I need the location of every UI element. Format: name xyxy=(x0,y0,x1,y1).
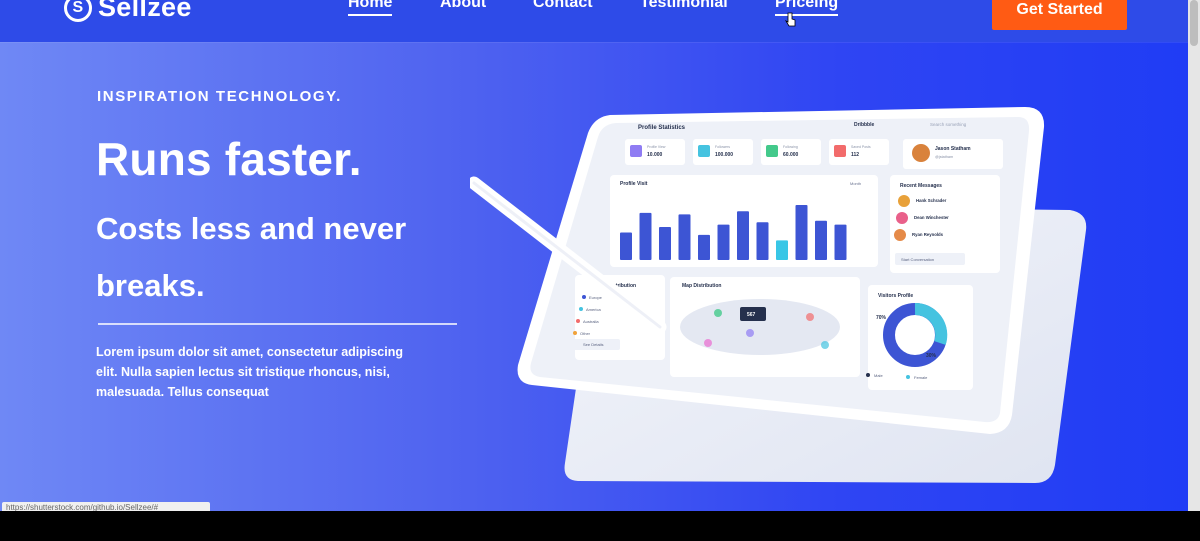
bookmark-icon xyxy=(834,145,846,157)
start-conversation-label: Start Conversation xyxy=(901,257,934,262)
stat-value: 60.000 xyxy=(783,152,799,158)
recent-messages-title: Recent Messages xyxy=(900,183,942,189)
user-name: Jason Statham xyxy=(935,146,971,152)
avatar xyxy=(898,195,910,207)
chart-bar xyxy=(698,234,710,260)
hand-cursor-icon xyxy=(785,12,796,27)
recent-messages-card: Recent Messages Hank Schrader Dean Winch… xyxy=(890,175,1000,273)
stat-label: Followers xyxy=(715,145,730,149)
chart-bar xyxy=(815,220,827,260)
stat-value: 10.000 xyxy=(647,152,663,158)
brand-logo[interactable]: S Sellzee xyxy=(64,0,192,23)
chart-bar xyxy=(678,214,691,260)
message-sender[interactable]: Hank Schrader xyxy=(916,198,947,203)
chart-bar xyxy=(776,240,788,260)
letterbox-bar xyxy=(0,511,1200,541)
brand-name: Sellzee xyxy=(98,0,192,22)
following-icon xyxy=(766,145,778,157)
followers-icon xyxy=(698,145,710,157)
profile-visit-title: Profile Visit xyxy=(620,181,648,187)
chart-bar xyxy=(659,227,671,260)
avatar xyxy=(894,229,906,241)
stat-label: Saved Posts xyxy=(851,145,871,149)
period-select[interactable]: Month xyxy=(850,181,861,186)
chart-bar xyxy=(620,232,632,260)
nav-about[interactable]: About xyxy=(440,0,486,12)
hero-title: Runs faster. xyxy=(96,133,362,185)
female-percent: 30% xyxy=(926,353,937,359)
distribution-row: America xyxy=(586,307,601,312)
distribution-row: Other xyxy=(580,331,591,336)
see-details-label: See Details xyxy=(583,342,603,347)
eye-icon xyxy=(630,145,642,157)
hero-section: S Sellzee Home About Contact Testimonial… xyxy=(0,0,1200,511)
user-handle: @jstatham xyxy=(935,155,953,159)
stat-value: 100.000 xyxy=(715,152,733,158)
logo-icon: S xyxy=(64,0,92,22)
tablet-dashboard-mockup: Profile Statistics Dribbble Search somet… xyxy=(467,95,1110,505)
stat-value: 112 xyxy=(851,152,859,158)
top-navbar: S Sellzee Home About Contact Testimonial… xyxy=(0,0,1188,42)
map-distribution-card: Map Distribution 567 xyxy=(670,277,860,377)
chart-bar xyxy=(639,212,652,260)
avatar xyxy=(912,144,930,162)
legend-male: Male xyxy=(874,373,883,378)
avatar xyxy=(896,212,908,224)
stat-label: Following xyxy=(783,145,798,149)
dashboard-dropdown[interactable]: Dribbble xyxy=(854,122,874,128)
hero-divider xyxy=(98,323,457,325)
chart-bar xyxy=(756,222,769,260)
chart-bar xyxy=(834,224,847,260)
status-bar-url: https://shutterstock.com/github.io/Sellz… xyxy=(2,502,210,511)
message-sender[interactable]: Dean Winchester xyxy=(914,215,949,220)
nav-home[interactable]: Home xyxy=(348,0,393,16)
nav-contact[interactable]: Contact xyxy=(533,0,593,12)
chart-bar xyxy=(717,224,730,260)
dashboard-title: Profile Statistics xyxy=(638,125,686,131)
dashboard-search[interactable]: Search something xyxy=(930,122,967,127)
distribution-row: Europe xyxy=(589,295,603,300)
distribution-row: Australia xyxy=(583,319,599,324)
message-sender[interactable]: Ryan Reynolds xyxy=(912,232,944,237)
stat-label: Profile View xyxy=(647,145,666,149)
visitors-profile-card: Visitors Profile 70% 30% Male Female xyxy=(866,285,973,390)
hero-subtitle: Costs less and never breaks. xyxy=(96,211,407,303)
get-started-button[interactable]: Get Started xyxy=(992,0,1127,30)
chart-bar xyxy=(795,205,808,260)
hero-body: Lorem ipsum dolor sit amet, consectetur … xyxy=(96,345,404,399)
profile-visit-card: Profile Visit Month xyxy=(610,175,878,267)
scrollbar-thumb[interactable] xyxy=(1190,0,1198,46)
male-percent: 70% xyxy=(876,315,887,321)
legend-female: Female xyxy=(914,375,928,380)
visitors-title: Visitors Profile xyxy=(878,293,913,299)
chart-bar xyxy=(737,211,749,260)
hero-eyebrow: INSPIRATION TECHNOLOGY. xyxy=(97,88,342,105)
nav-testimonial[interactable]: Testimonial xyxy=(640,0,728,12)
map-title: Map Distribution xyxy=(682,283,721,289)
stat-cards: Profile View 10.000 Followers 100.000 Fo… xyxy=(625,139,1003,169)
tablet-illustration: Profile Statistics Dribbble Search somet… xyxy=(467,107,1087,483)
scrollbar[interactable] xyxy=(1188,0,1200,511)
map-tooltip-value: 567 xyxy=(747,312,756,318)
